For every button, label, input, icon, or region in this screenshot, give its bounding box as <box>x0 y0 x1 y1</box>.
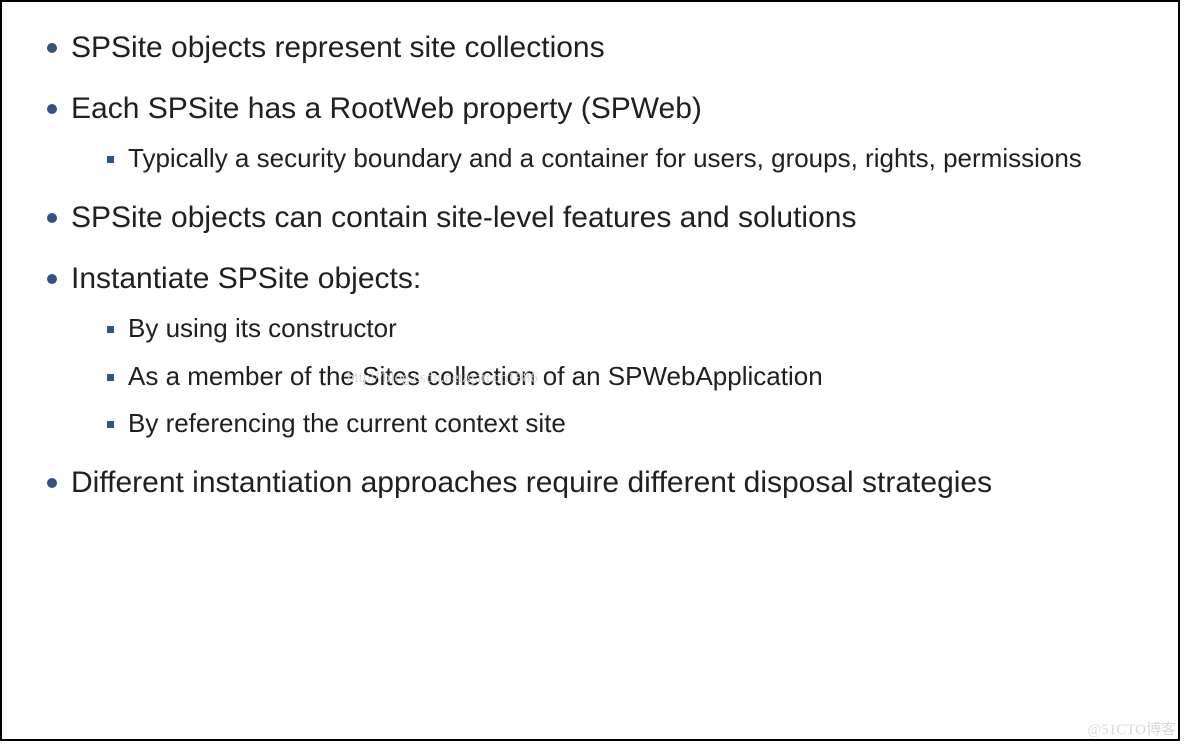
bullet-level1: Instantiate SPSite objects: <box>47 259 1148 298</box>
bullet-text: Typically a security boundary and a cont… <box>128 142 1082 176</box>
bullet-level1: Different instantiation approaches requi… <box>47 463 1148 502</box>
bullet-dot-icon <box>47 274 57 284</box>
bullet-square-icon <box>107 421 114 428</box>
bullet-level2: By referencing the current context site <box>107 407 1148 441</box>
bullet-level2: By using its constructor <box>107 312 1148 346</box>
bullet-level2: As a member of the Sites collection of a… <box>107 360 1148 394</box>
bullet-text: As a member of the Sites collection of a… <box>128 360 823 394</box>
bullet-text: Different instantiation approaches requi… <box>71 463 992 502</box>
bullet-level1: Each SPSite has a RootWeb property (SPWe… <box>47 89 1148 128</box>
bullet-text: Each SPSite has a RootWeb property (SPWe… <box>71 89 702 128</box>
bullet-dot-icon <box>47 213 57 223</box>
bullet-text: By referencing the current context site <box>128 407 566 441</box>
bullet-square-icon <box>107 374 114 381</box>
bullet-square-icon <box>107 326 114 333</box>
bullet-text: By using its constructor <box>128 312 397 346</box>
bullet-text: SPSite objects represent site collection… <box>71 28 605 67</box>
bullet-text: SPSite objects can contain site-level fe… <box>71 198 856 237</box>
bullet-level1: SPSite objects can contain site-level fe… <box>47 198 1148 237</box>
bullet-level2: Typically a security boundary and a cont… <box>107 142 1148 176</box>
bullet-level1: SPSite objects represent site collection… <box>47 28 1148 67</box>
slide-frame: SPSite objects represent site collection… <box>0 0 1180 741</box>
bullet-dot-icon <box>47 104 57 114</box>
bullet-text: Instantiate SPSite objects: <box>71 259 421 298</box>
bullet-dot-icon <box>47 478 57 488</box>
bullet-dot-icon <box>47 43 57 53</box>
bullet-square-icon <box>107 156 114 163</box>
